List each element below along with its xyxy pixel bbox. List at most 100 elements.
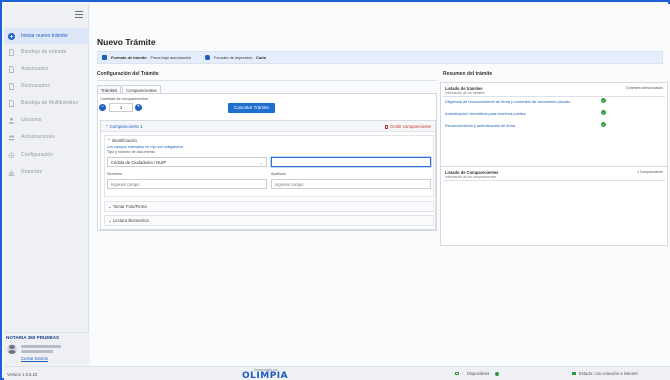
- sidebar-item-label: Configuración: [21, 152, 54, 158]
- divider: [97, 80, 437, 81]
- tomar-foto-label: Tomar Foto/Firma: [112, 204, 147, 209]
- config-tabs: Trámites Comparecientes: [97, 85, 162, 93]
- print-format-label: Formato de impresión:: [214, 55, 253, 60]
- plus-circle-icon: [8, 32, 15, 40]
- monitor-icon: [455, 372, 459, 375]
- avatar: [7, 344, 17, 354]
- sidebar-item-label: Bandeja de Multitrámites: [21, 100, 79, 106]
- lectura-biometrica-label: Lectura Biometrica: [112, 218, 149, 223]
- compareciente-section: ⌃ Compareciente 1 Omitir compareciente ⌃…: [100, 120, 436, 230]
- sidebar-item-reportes[interactable]: Reportes: [4, 164, 89, 180]
- tomar-foto-accordion[interactable]: ⌄ Tomar Foto/Firma: [104, 201, 434, 212]
- chart-icon: [8, 169, 15, 176]
- connection-status: Estado: con conexión a internet: [572, 371, 638, 376]
- users-icon: [8, 134, 15, 141]
- sidebar-item-label: Autorizaciones: [21, 134, 56, 140]
- blurred-user-name: [21, 345, 61, 348]
- notaria-name: NOTARIA 360 PRUEBAS: [6, 335, 60, 340]
- identificacion-title[interactable]: ⌃ Identificación: [107, 138, 137, 144]
- sidebar-item-label: Iniciar nuevo trámite: [21, 33, 68, 39]
- compareciente-title-text: Compareciente 1: [109, 124, 143, 129]
- sidebar-item-usuarios[interactable]: Usuarios: [4, 112, 89, 128]
- format-value: Firma bajo autorización: [150, 55, 191, 60]
- document-icon: [8, 82, 15, 90]
- sidebar-item-autorizados[interactable]: Autorizados: [4, 61, 89, 77]
- identificacion-title-text: Identificación: [111, 138, 137, 143]
- tramite-item[interactable]: Reconocimiento y autenticación de firma: [445, 123, 515, 128]
- document-icon: [8, 99, 15, 107]
- sidebar-item-rechazados[interactable]: Rechazados: [4, 78, 89, 94]
- tramite-item[interactable]: Autenticación biométrica para escritura …: [445, 111, 526, 116]
- document-icon: [8, 65, 15, 73]
- app-window: – □ ✕ Iniciar nuevo trámite Bandeja de e…: [0, 0, 670, 380]
- document-type-label: Tipo y número de documento: [107, 150, 155, 154]
- apellidos-label: Apellidos: [271, 172, 286, 176]
- sidebar-item-label: Autorizados: [21, 66, 49, 72]
- sidebar-item-multitramites[interactable]: Bandeja de Multitrámites: [4, 95, 89, 111]
- main-content: Nuevo Trámite Formato de trámite: Firma …: [90, 4, 670, 366]
- sidebar-item-iniciar[interactable]: Iniciar nuevo trámite: [4, 28, 89, 44]
- divider: [443, 96, 665, 97]
- cancel-tramite-button[interactable]: Cancelar Trámite: [228, 103, 275, 113]
- required-note: Los campos marcados en rojo son obligato…: [107, 145, 184, 149]
- gear-icon: [8, 152, 15, 159]
- tab-tramites[interactable]: Trámites: [97, 85, 122, 93]
- decrement-button[interactable]: −: [99, 104, 106, 111]
- devices-status[interactable]: Dispositivos: [455, 371, 500, 376]
- sidebar-item-label: Rechazados: [21, 83, 50, 89]
- user-icon: [8, 117, 15, 124]
- document-type-select[interactable]: Cédula de Ciudadanía / NUIP ⌄: [107, 157, 267, 167]
- omit-compareciente-button[interactable]: Omitir compareciente: [385, 124, 431, 129]
- sidebar-item-label: Bandeja de entrada: [21, 49, 67, 55]
- comparecientes-list-panel: Listado de Comparecientes Información de…: [440, 166, 668, 246]
- status-bar: Version 1.0.6.22 Desarrollado por OLIMPI…: [4, 366, 670, 380]
- menu-toggle-icon[interactable]: [75, 11, 83, 18]
- summary-section-title: Resumen del trámite: [443, 71, 493, 77]
- format-label: Formato de trámite:: [111, 55, 148, 60]
- apellidos-input[interactable]: Ingresar campo: [271, 179, 431, 189]
- devices-status-dot: [495, 371, 500, 376]
- identificacion-section: ⌃ Identificación Los campos marcados en …: [104, 135, 434, 197]
- qty-input[interactable]: 1: [109, 103, 133, 112]
- sidebar-item-autorizaciones[interactable]: Autorizaciones: [4, 129, 89, 145]
- sidebar-item-label: Usuarios: [21, 117, 42, 123]
- sidebar-item-configuracion[interactable]: Configuración: [4, 147, 89, 163]
- tramite-item[interactable]: Diligencia de reconocimiento de firma y …: [445, 99, 570, 104]
- print-format-value: Carta: [255, 55, 266, 60]
- blurred-user-email: [21, 350, 53, 353]
- compareciente-header: ⌃ Compareciente 1 Omitir compareciente: [101, 121, 435, 132]
- divider: [443, 180, 665, 181]
- user-panel: NOTARIA 360 PRUEBAS Cerrar Sesión: [4, 332, 89, 366]
- chevron-down-icon: ⌄: [259, 160, 263, 165]
- document-type-value: Cédula de Ciudadanía / NUIP: [111, 160, 167, 165]
- tab-comparecientes[interactable]: Comparecientes: [122, 85, 161, 93]
- sidebar: Iniciar nuevo trámite Bandeja de entrada…: [4, 4, 89, 366]
- comparecientes-list-subtitle: Información de los comparecientes: [445, 175, 497, 179]
- connection-label: Estado: con conexión a internet: [579, 371, 638, 376]
- increment-button[interactable]: +: [135, 104, 142, 111]
- qty-label: Cantidad de comparecientes: [100, 97, 149, 101]
- check-icon: ✓: [601, 98, 606, 103]
- sidebar-item-label: Reportes: [21, 169, 43, 175]
- nombres-input[interactable]: Ingresar campo: [107, 179, 267, 189]
- tramites-list-subtitle: Información de los trámites: [445, 91, 485, 95]
- lectura-biometrica-accordion[interactable]: ⌄ Lectura Biometrica: [104, 215, 434, 226]
- olimpia-logo: OLIMPIA: [242, 371, 289, 380]
- tramites-list-panel: Listado de trámites Información de los t…: [440, 82, 668, 170]
- compareciente-title[interactable]: ⌃ Compareciente 1: [105, 124, 143, 130]
- network-icon: [572, 372, 576, 375]
- document-icon: [8, 48, 15, 56]
- comparecientes-count: 1 Compareciente: [637, 170, 663, 174]
- check-icon: ✓: [601, 122, 606, 127]
- format-info-bar: Formato de trámite: Firma bajo autorizac…: [97, 51, 663, 64]
- omit-compareciente-label: Omitir compareciente: [390, 124, 431, 129]
- document-icon: [102, 55, 107, 60]
- logout-link[interactable]: Cerrar Sesión: [21, 356, 48, 361]
- nombres-label: Nombres: [107, 172, 122, 176]
- document-number-input[interactable]: [271, 157, 431, 167]
- tramites-count: 3 trámites seleccionados: [625, 86, 663, 90]
- devices-label: Dispositivos: [467, 371, 490, 376]
- sidebar-item-bandeja[interactable]: Bandeja de entrada: [4, 44, 89, 60]
- version-label: Version 1.0.6.22: [7, 372, 38, 377]
- comparecientes-panel: Cantidad de comparecientes − 1 + Cancela…: [97, 93, 437, 231]
